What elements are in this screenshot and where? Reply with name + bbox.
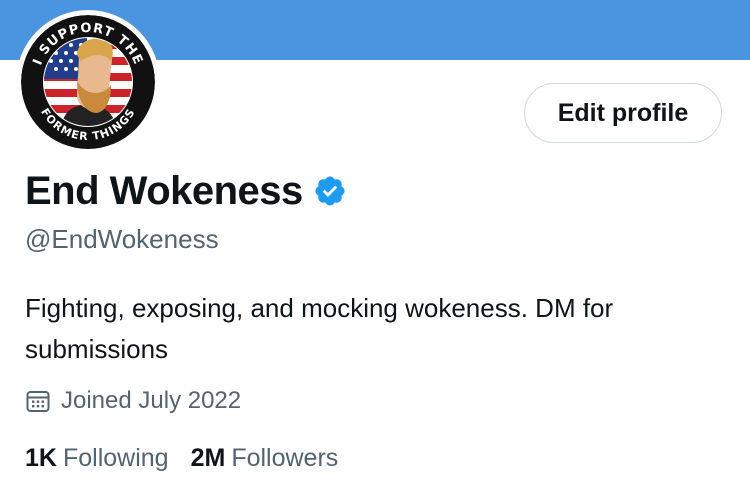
edit-profile-button[interactable]: Edit profile [524, 83, 722, 143]
follow-stats: 1K Following 2M Followers [25, 440, 360, 476]
following-link[interactable]: 1K Following [25, 444, 169, 473]
display-name: End Wokeness [25, 168, 303, 213]
verified-badge-icon[interactable] [313, 174, 347, 208]
joined-date: Joined July 2022 [25, 384, 241, 418]
profile-page: I SUPPORT THE FORMER THINGS Edit profile… [0, 0, 750, 489]
avatar-image: I SUPPORT THE FORMER THINGS [21, 15, 155, 149]
profile-bio: Fighting, exposing, and mocking wokeness… [25, 293, 614, 364]
avatar[interactable]: I SUPPORT THE FORMER THINGS [16, 10, 160, 154]
profile-handle: @EndWokeness [25, 224, 219, 254]
calendar-icon [25, 388, 51, 414]
followers-link[interactable]: 2M Followers [191, 444, 339, 473]
following-label: Following [62, 443, 169, 472]
followers-count: 2M [190, 443, 226, 472]
followers-label: Followers [231, 443, 339, 472]
name-row: End Wokeness [25, 166, 347, 216]
following-count: 1K [25, 443, 57, 472]
joined-label: Joined July 2022 [61, 387, 242, 414]
